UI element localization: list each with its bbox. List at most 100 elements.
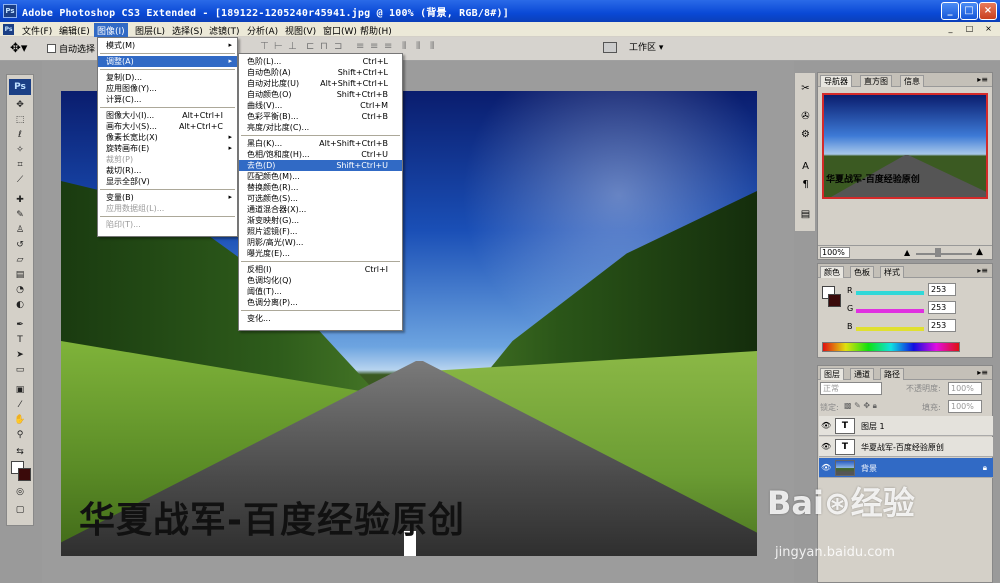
- channel-g-value[interactable]: 253: [928, 301, 956, 314]
- menu-item[interactable]: 画布大小(S)... Alt+Ctrl+C: [98, 121, 237, 132]
- menu-item[interactable]: 色调均化(Q): [239, 275, 402, 286]
- healing-brush-icon[interactable]: ✚: [13, 195, 27, 206]
- tab-paths[interactable]: 路径: [880, 368, 904, 380]
- menu-view[interactable]: 视图(V): [282, 23, 319, 38]
- layer-row[interactable]: 👁︎ T 华夏战军-百度经验原创: [819, 437, 993, 457]
- menu-item[interactable]: 曝光度(E)...: [239, 248, 402, 259]
- menu-item[interactable]: 通道混合器(X)...: [239, 204, 402, 215]
- menu-item[interactable]: 自动色阶(A) Shift+Ctrl+L: [239, 67, 402, 78]
- paragraph-icon[interactable]: ¶: [799, 179, 812, 191]
- eyedropper-tool-icon[interactable]: ⁄: [13, 400, 27, 411]
- menu-item[interactable]: 模式(M) ▸: [98, 40, 237, 51]
- clone-source-icon[interactable]: ⚙: [799, 129, 812, 141]
- menu-item[interactable]: 曲线(V)... Ctrl+M: [239, 100, 402, 111]
- menu-layer[interactable]: 图层(L): [132, 23, 168, 38]
- layer-comps-icon[interactable]: ▤: [799, 209, 812, 221]
- channel-b-value[interactable]: 253: [928, 319, 956, 332]
- menu-item[interactable]: 旋转画布(E) ▸: [98, 143, 237, 154]
- opacity-field[interactable]: 100%: [948, 382, 982, 395]
- menu-analysis[interactable]: 分析(A): [244, 23, 281, 38]
- menu-item[interactable]: 应用图像(Y)...: [98, 83, 237, 94]
- clone-stamp-icon[interactable]: ♙: [13, 225, 27, 236]
- menu-edit[interactable]: 编辑(E): [56, 23, 93, 38]
- blend-mode-select[interactable]: 正常: [820, 382, 882, 395]
- workspace-dropdown[interactable]: 工作区 ▾: [603, 40, 671, 57]
- menu-item[interactable]: 变化...: [239, 313, 402, 324]
- menu-item[interactable]: 色调分离(P)...: [239, 297, 402, 308]
- menu-item[interactable]: 自动对比度(U) Alt+Shift+Ctrl+L: [239, 78, 402, 89]
- color-bg-swatch[interactable]: [828, 294, 841, 307]
- tools-preset-icon[interactable]: ✂: [799, 83, 812, 95]
- tab-layers[interactable]: 图层: [820, 368, 844, 380]
- tab-styles[interactable]: 样式: [880, 266, 904, 278]
- doc-minimize-button[interactable]: _: [945, 24, 956, 35]
- history-brush-icon[interactable]: ↺: [13, 240, 27, 251]
- swap-colors-icon[interactable]: ⇆: [13, 447, 27, 458]
- zoom-out-icon[interactable]: ▲: [904, 248, 910, 257]
- marquee-tool-icon[interactable]: ⬚: [13, 115, 27, 126]
- menu-item[interactable]: 去色(D) Shift+Ctrl+U: [239, 160, 402, 171]
- menu-item[interactable]: 可选颜色(S)...: [239, 193, 402, 204]
- menu-item[interactable]: 裁切(R)...: [98, 165, 237, 176]
- path-selection-icon[interactable]: ➤: [13, 350, 27, 361]
- menu-help[interactable]: 帮助(H): [357, 23, 395, 38]
- move-tool-icon[interactable]: ✥▾: [10, 41, 27, 56]
- zoom-slider-handle[interactable]: [935, 248, 941, 257]
- auto-select-checkbox[interactable]: [47, 44, 56, 53]
- shape-tool-icon[interactable]: ▭: [13, 365, 27, 376]
- crop-tool-icon[interactable]: ⌗: [13, 160, 27, 171]
- menu-item[interactable]: 照片滤镜(F)...: [239, 226, 402, 237]
- visibility-eye-icon[interactable]: 👁︎: [821, 442, 831, 451]
- minimize-button[interactable]: _: [941, 2, 959, 20]
- ps-menu-icon[interactable]: Ps: [3, 24, 14, 35]
- zoom-slider[interactable]: [916, 253, 972, 255]
- blur-tool-icon[interactable]: ◔: [13, 285, 27, 296]
- distribute-left-icon[interactable]: ⦀: [402, 41, 414, 55]
- doc-close-button[interactable]: ×: [983, 24, 994, 35]
- type-tool-icon[interactable]: T: [13, 335, 27, 346]
- tab-navigator[interactable]: 导航器: [820, 75, 852, 87]
- channel-g-slider[interactable]: [856, 309, 924, 313]
- fill-field[interactable]: 100%: [948, 400, 982, 413]
- menu-item[interactable]: 调整(A) ▸: [98, 56, 237, 67]
- magic-wand-tool-icon[interactable]: ✧: [13, 145, 27, 156]
- panel-menu-icon[interactable]: ▸≡: [977, 75, 988, 84]
- screen-mode-icon[interactable]: ▢: [13, 505, 27, 516]
- channel-b-slider[interactable]: [856, 327, 924, 331]
- navigator-thumbnail[interactable]: 华夏战军-百度经验原创: [822, 93, 988, 199]
- brush-tool-icon[interactable]: ✎: [13, 210, 27, 221]
- pen-tool-icon[interactable]: ✒: [13, 320, 27, 331]
- menu-item[interactable]: 亮度/对比度(C)...: [239, 122, 402, 133]
- gradient-tool-icon[interactable]: ▤: [13, 270, 27, 281]
- maximize-button[interactable]: □: [960, 2, 978, 20]
- lock-icons[interactable]: ▩ ✎ ✥ 🔒︎: [844, 401, 877, 411]
- menu-item[interactable]: 计算(C)...: [98, 94, 237, 105]
- menu-item[interactable]: 渐变映射(G)...: [239, 215, 402, 226]
- tab-histogram[interactable]: 直方图: [860, 75, 892, 87]
- slice-tool-icon[interactable]: ⟋: [13, 175, 27, 186]
- menu-item[interactable]: 自动颜色(O) Shift+Ctrl+B: [239, 89, 402, 100]
- tab-swatches[interactable]: 色板: [850, 266, 874, 278]
- background-color-swatch[interactable]: [18, 468, 31, 481]
- menu-item[interactable]: 变量(B) ▸: [98, 192, 237, 203]
- dodge-tool-icon[interactable]: ◐: [13, 300, 27, 311]
- menu-item[interactable]: 反相(I) Ctrl+I: [239, 264, 402, 275]
- visibility-eye-icon[interactable]: 👁︎: [821, 421, 831, 430]
- menu-item[interactable]: 匹配颜色(M)...: [239, 171, 402, 182]
- tab-info[interactable]: 信息: [900, 75, 924, 87]
- menu-item[interactable]: 黑白(K)... Alt+Shift+Ctrl+B: [239, 138, 402, 149]
- color-spectrum-bar[interactable]: [822, 342, 960, 352]
- menu-item[interactable]: 图像大小(I)... Alt+Ctrl+I: [98, 110, 237, 121]
- move-tool-icon[interactable]: ✥: [13, 100, 27, 111]
- menu-item[interactable]: 像素长宽比(X) ▸: [98, 132, 237, 143]
- layers-panel-menu-icon[interactable]: ▸≡: [977, 368, 988, 377]
- zoom-tool-icon[interactable]: ⚲: [13, 430, 27, 441]
- color-panel-menu-icon[interactable]: ▸≡: [977, 266, 988, 275]
- doc-restore-button[interactable]: □: [964, 24, 975, 35]
- menu-image[interactable]: 图像(I): [94, 23, 128, 38]
- tab-channels[interactable]: 通道: [850, 368, 874, 380]
- quick-mask-icon[interactable]: ◎: [13, 487, 27, 498]
- menu-item[interactable]: 色相/饱和度(H)... Ctrl+U: [239, 149, 402, 160]
- visibility-eye-icon[interactable]: 👁︎: [821, 463, 831, 472]
- menu-item[interactable]: 显示全部(V): [98, 176, 237, 187]
